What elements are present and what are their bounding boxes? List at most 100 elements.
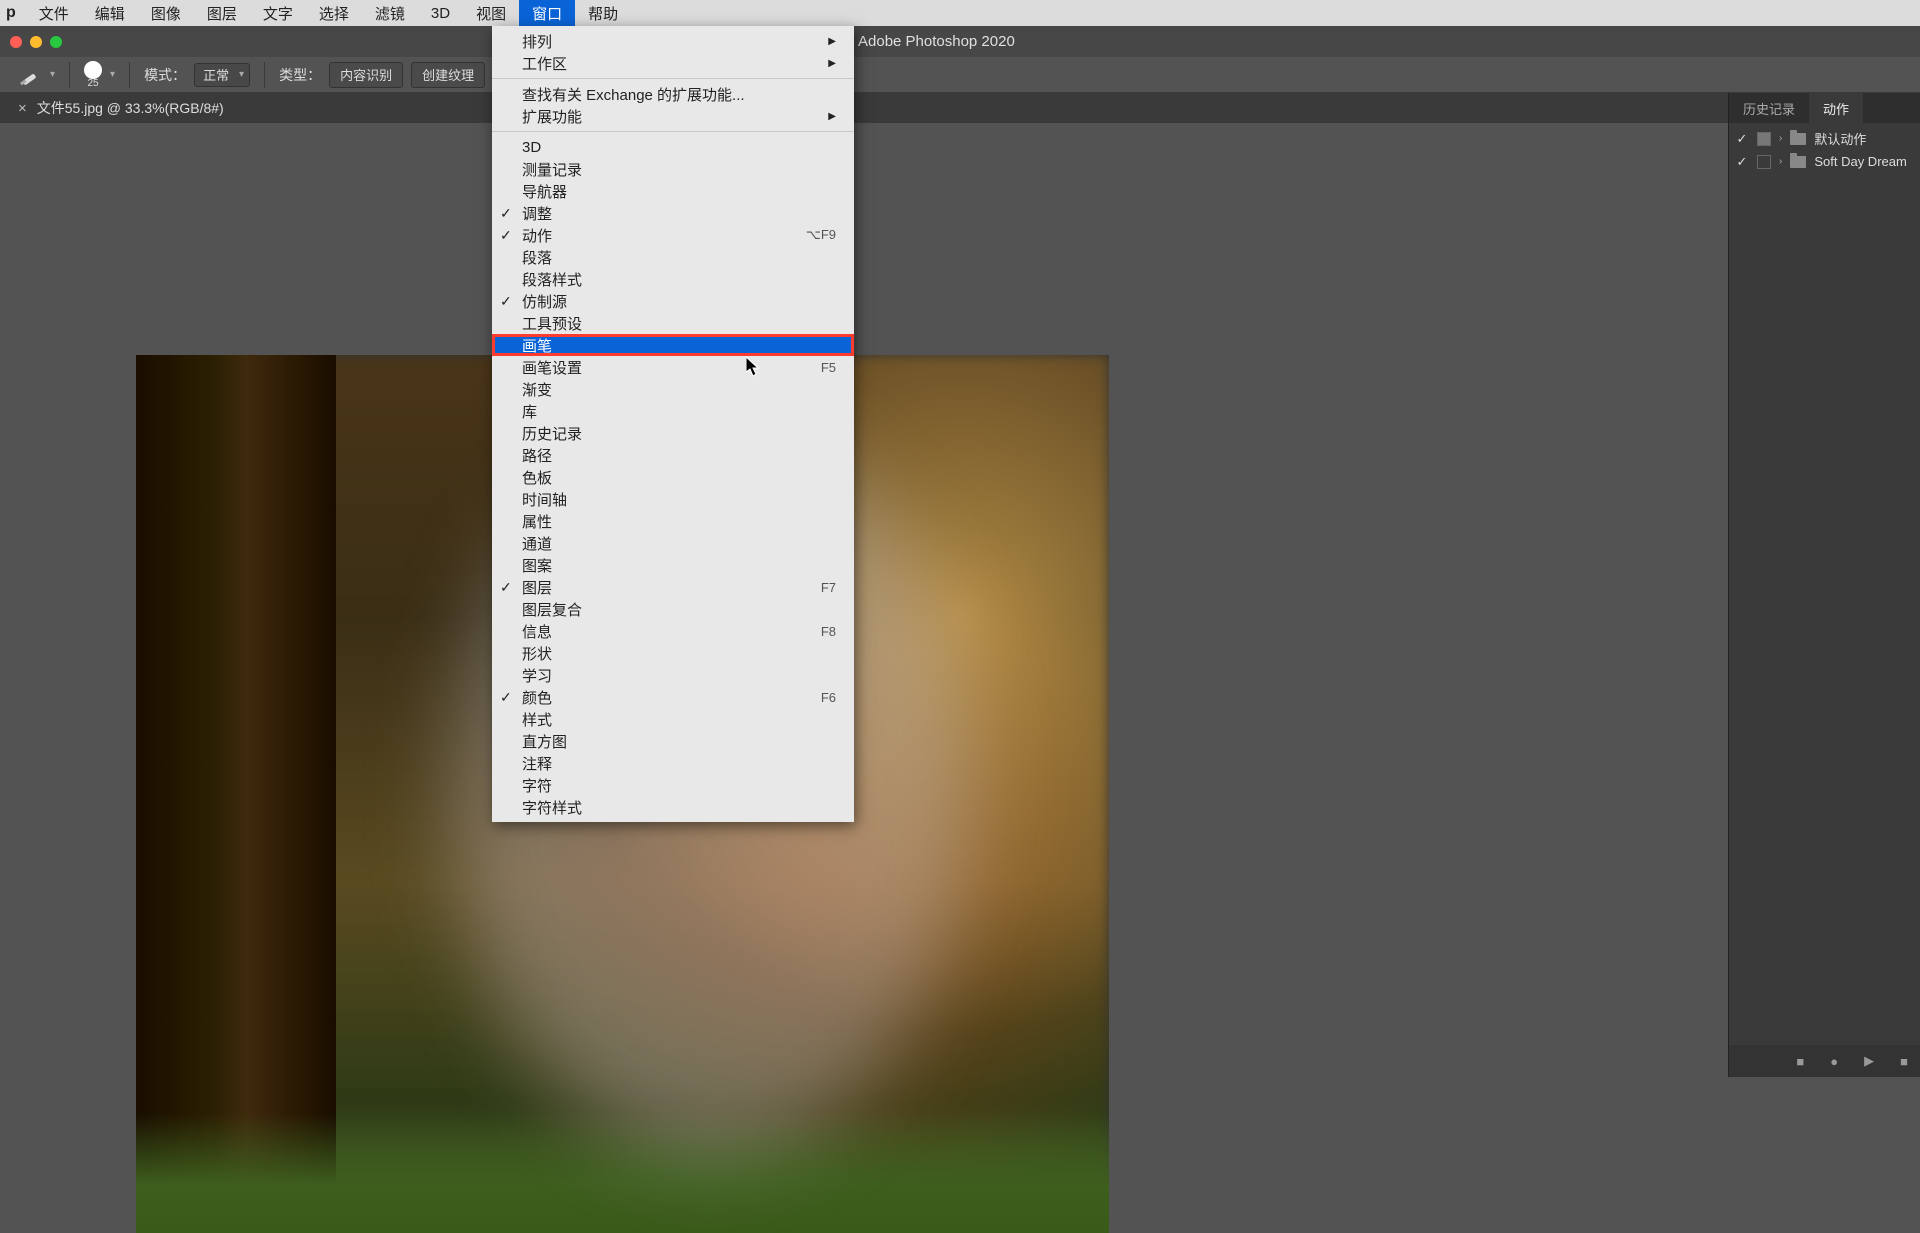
menu-item-label: 动作 [522, 225, 552, 246]
menu-filter[interactable]: 滤镜 [362, 0, 418, 26]
folder-icon [1790, 133, 1806, 145]
app-title: Adobe Photoshop 2020 [858, 33, 1015, 50]
divider [129, 62, 130, 88]
menu-item[interactable]: 图案 [492, 554, 854, 576]
menu-shortcut: ⌥F9 [806, 227, 836, 243]
tab-history[interactable]: 历史记录 [1729, 93, 1809, 123]
menu-shortcut: F5 [821, 360, 836, 375]
menu-item[interactable]: 工具预设 [492, 312, 854, 334]
check-icon: ✓ [500, 227, 512, 244]
menu-item[interactable]: 字符 [492, 774, 854, 796]
menu-item[interactable]: 3D [492, 136, 854, 158]
menu-item-label: 时间轴 [522, 489, 567, 510]
menu-item-label: 3D [522, 139, 541, 156]
menu-item[interactable]: ✓颜色F6 [492, 686, 854, 708]
menu-item-label: 通道 [522, 533, 552, 554]
menu-item[interactable]: 注释 [492, 752, 854, 774]
menu-item[interactable]: 色板 [492, 466, 854, 488]
menu-item-label: 画笔 [522, 335, 552, 356]
menu-item[interactable]: 导航器 [492, 180, 854, 202]
menu-item[interactable]: 画笔 [492, 334, 854, 356]
menu-item[interactable]: 时间轴 [492, 488, 854, 510]
maximize-window-button[interactable] [50, 36, 62, 48]
toggle-dialog-icon[interactable] [1757, 155, 1771, 169]
record-icon[interactable]: ● [1830, 1054, 1838, 1069]
actions-panel: 历史记录 动作 ✓›默认动作✓›Soft Day Dream ■ ● ▶ ■ [1728, 93, 1920, 1077]
action-set-row[interactable]: ✓ › 默认动作 [1729, 127, 1920, 150]
menu-item[interactable]: 查找有关 Exchange 的扩展功能... [492, 83, 854, 105]
brush-preview[interactable]: 25 [84, 61, 102, 89]
toggle-dialog-icon[interactable] [1757, 132, 1771, 146]
menu-view[interactable]: 视图 [463, 0, 519, 26]
menu-select[interactable]: 选择 [306, 0, 362, 26]
check-icon[interactable]: ✓ [1735, 131, 1749, 147]
menu-item-label: 导航器 [522, 181, 567, 202]
window-menu-dropdown: 排列工作区查找有关 Exchange 的扩展功能...扩展功能 3D 测量记录导航器… [492, 26, 854, 822]
menu-item[interactable]: ✓调整 [492, 202, 854, 224]
menu-item[interactable]: 字符样式 [492, 796, 854, 818]
menu-item[interactable]: 段落样式 [492, 268, 854, 290]
stop-icon[interactable]: ■ [1796, 1054, 1804, 1069]
menu-item-label: 测量记录 [522, 159, 582, 180]
mode-select[interactable]: 正常 [194, 63, 250, 87]
menu-item-label: 仿制源 [522, 291, 567, 312]
app-logo: p [0, 4, 26, 22]
menu-item[interactable]: 库 [492, 400, 854, 422]
type-content-aware-button[interactable]: 内容识别 [329, 62, 403, 88]
menu-item[interactable]: 段落 [492, 246, 854, 268]
type-create-texture-button[interactable]: 创建纹理 [411, 62, 485, 88]
tab-actions[interactable]: 动作 [1809, 93, 1863, 123]
menu-edit[interactable]: 编辑 [82, 0, 138, 26]
chevron-right-icon[interactable]: › [1779, 156, 1782, 167]
close-window-button[interactable] [10, 36, 22, 48]
menu-item[interactable]: 扩展功能 [492, 105, 854, 127]
chevron-right-icon[interactable]: › [1779, 133, 1782, 144]
menu-item[interactable]: 渐变 [492, 378, 854, 400]
check-icon[interactable]: ✓ [1735, 154, 1749, 170]
menu-item-label: 图层 [522, 577, 552, 598]
menu-item[interactable]: 工作区 [492, 52, 854, 74]
menu-item-label: 注释 [522, 753, 552, 774]
menu-item[interactable]: 画笔设置F5 [492, 356, 854, 378]
menu-item[interactable]: 形状 [492, 642, 854, 664]
menu-item[interactable]: 属性 [492, 510, 854, 532]
chevron-down-icon[interactable]: ▾ [50, 69, 55, 80]
chevron-down-icon[interactable]: ▾ [110, 69, 115, 80]
menu-item-label: 颜色 [522, 687, 552, 708]
menu-bar: p 文件 编辑 图像 图层 文字 选择 滤镜 3D 视图 窗口 帮助 [0, 0, 1920, 26]
play-icon[interactable]: ▶ [1864, 1053, 1874, 1069]
panel-footer: ■ ● ▶ ■ [1729, 1045, 1920, 1077]
menu-item[interactable]: 测量记录 [492, 158, 854, 180]
minimize-window-button[interactable] [30, 36, 42, 48]
menu-file[interactable]: 文件 [26, 0, 82, 26]
traffic-lights [0, 36, 62, 48]
menu-item[interactable]: 图层复合 [492, 598, 854, 620]
close-tab-icon[interactable]: × [18, 100, 27, 117]
menu-layer[interactable]: 图层 [194, 0, 250, 26]
menu-item[interactable]: ✓ 动作 ⌥F9 [492, 224, 854, 246]
menu-image[interactable]: 图像 [138, 0, 194, 26]
action-set-label: 默认动作 [1814, 129, 1866, 148]
menu-item-label: 扩展功能 [522, 106, 582, 127]
menu-item[interactable]: 信息F8 [492, 620, 854, 642]
menu-type[interactable]: 文字 [250, 0, 306, 26]
menu-item[interactable]: 样式 [492, 708, 854, 730]
healing-brush-tool-icon[interactable] [18, 63, 42, 87]
menu-item[interactable]: 学习 [492, 664, 854, 686]
menu-shortcut: F7 [821, 580, 836, 595]
menu-item[interactable]: 通道 [492, 532, 854, 554]
menu-item[interactable]: ✓图层F7 [492, 576, 854, 598]
menu-shortcut: F8 [821, 624, 836, 639]
menu-item[interactable]: ✓仿制源 [492, 290, 854, 312]
menu-item[interactable]: 排列 [492, 30, 854, 52]
menu-item[interactable]: 历史记录 [492, 422, 854, 444]
menu-3d[interactable]: 3D [418, 0, 463, 26]
action-set-row[interactable]: ✓›Soft Day Dream [1729, 150, 1920, 173]
menu-window[interactable]: 窗口 [519, 0, 575, 26]
menu-item[interactable]: 直方图 [492, 730, 854, 752]
menu-item-label: 排列 [522, 31, 552, 52]
stop-icon[interactable]: ■ [1900, 1054, 1908, 1069]
document-tab[interactable]: × 文件55.jpg @ 33.3%(RGB/8#) [8, 98, 234, 118]
menu-help[interactable]: 帮助 [575, 0, 631, 26]
menu-item[interactable]: 路径 [492, 444, 854, 466]
